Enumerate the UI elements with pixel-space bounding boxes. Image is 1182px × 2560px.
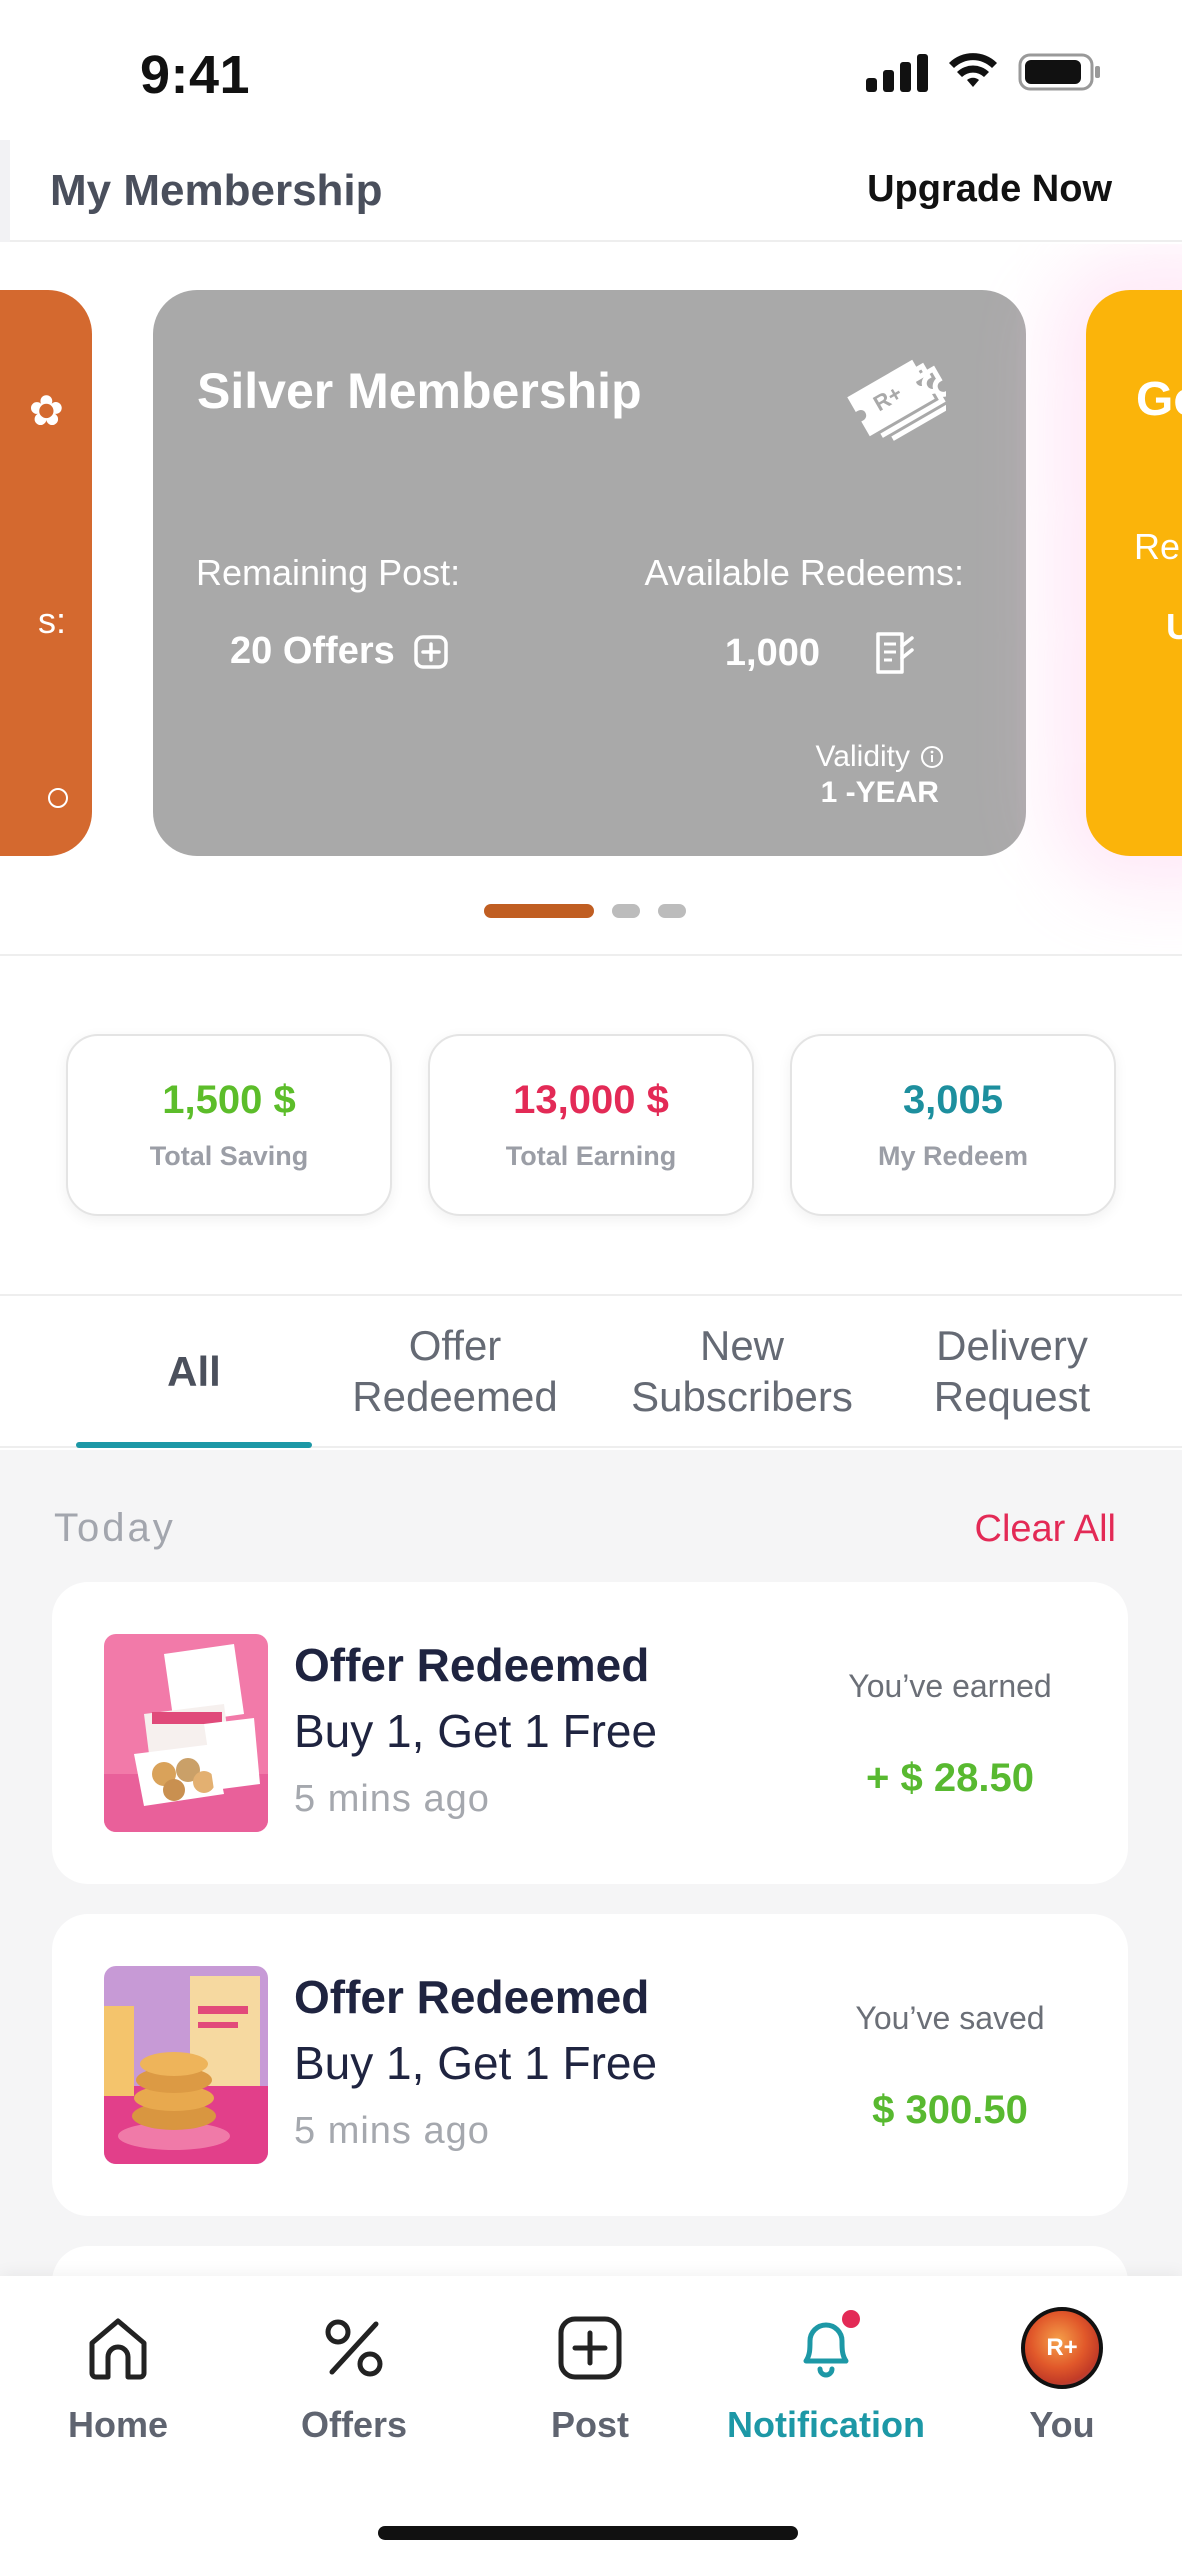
membership-card-title: Silver Membership	[197, 363, 642, 419]
membership-card-previous[interactable]: ✿ s:	[0, 290, 92, 856]
card-fragment-text: Re	[1134, 526, 1181, 567]
tab-delivery-request[interactable]: Delivery Request	[900, 1320, 1124, 1422]
offer-thumbnail-donuts	[104, 1634, 268, 1832]
nav-label: Offers	[300, 2404, 408, 2445]
card-fragment-info-icon	[48, 788, 68, 808]
active-tab-indicator	[76, 1442, 312, 1448]
carousel-pagination	[484, 904, 686, 918]
avatar: R+	[1021, 2307, 1103, 2389]
nav-label: You	[1029, 2404, 1095, 2445]
notification-time: 5 mins ago	[294, 2110, 490, 2152]
nav-you[interactable]: R+ You	[944, 2306, 1180, 2446]
notification-item[interactable]: Offer Redeemed Buy 1, Get 1 Free 5 mins …	[52, 1914, 1128, 2216]
stat-label: My Redeem	[877, 1141, 1029, 1171]
membership-card-next[interactable]: Go Re U	[1086, 290, 1182, 856]
card-fragment-icon: ✿	[28, 387, 64, 434]
amount-value: $ 300.50	[872, 2088, 1028, 2132]
battery-icon	[1018, 53, 1100, 91]
bottom-navigation: Home Offers Post Notification R+ You	[0, 2276, 1182, 2560]
unread-badge	[842, 2310, 860, 2328]
stat-value: 3,005	[902, 1078, 1004, 1122]
tab-label-line: Request	[933, 1373, 1091, 1420]
nav-label: Post	[550, 2404, 629, 2445]
tab-all[interactable]: All	[76, 1346, 312, 1397]
clear-all-button[interactable]: Clear All	[975, 1508, 1117, 1551]
header-accent	[0, 140, 10, 242]
nav-home[interactable]: Home	[0, 2306, 236, 2446]
stat-card-total-saving[interactable]: 1,500 $ Total Saving	[66, 1034, 392, 1216]
nav-label: Notification	[727, 2404, 925, 2445]
nav-notification[interactable]: Notification	[708, 2306, 944, 2446]
tab-label-line: Redeemed	[352, 1373, 558, 1420]
card-fragment-text: s:	[37, 600, 66, 641]
add-post-icon[interactable]	[413, 634, 449, 670]
tab-label-line: Offer	[408, 1322, 502, 1369]
card-fragment-text: U	[1166, 606, 1182, 648]
page-title: My Membership	[50, 166, 383, 215]
notification-tabs: All Offer Redeemed New Subscribers Deliv…	[0, 1298, 1182, 1448]
carousel-dot[interactable]	[658, 904, 686, 918]
amount-value: + $ 28.50	[866, 1756, 1034, 1800]
tab-new-subscribers[interactable]: New Subscribers	[610, 1320, 874, 1422]
available-redeems-count: 1,000	[724, 631, 820, 674]
stat-card-my-redeem[interactable]: 3,005 My Redeem	[790, 1034, 1116, 1216]
available-redeems-label: Available Redeems:	[644, 552, 964, 593]
stat-value: 13,000 $	[513, 1078, 669, 1122]
nav-post[interactable]: Post	[472, 2306, 708, 2446]
remaining-post-value: 20 Offers	[230, 630, 449, 673]
validity-label: Validity	[815, 740, 910, 773]
notification-item[interactable]: Offer Redeemed Buy 1, Get 1 Free 5 mins …	[52, 1582, 1128, 1884]
remaining-post-label: Remaining Post:	[196, 552, 461, 593]
status-icons	[866, 52, 1102, 92]
carousel-dot[interactable]	[612, 904, 640, 918]
notification-title: Offer Redeemed	[294, 1971, 650, 2023]
membership-carousel[interactable]: ✿ s: Silver Membership R+ Remaining Post…	[0, 244, 1182, 956]
ticket-icon: R+	[847, 359, 946, 441]
notification-item-partial[interactable]	[52, 2246, 1128, 2276]
carousel-dot-active[interactable]	[484, 904, 594, 918]
percent-icon	[325, 2319, 383, 2377]
stat-value: 1,500 $	[162, 1078, 296, 1122]
home-indicator[interactable]	[378, 2526, 798, 2540]
remaining-post-count: 20 Offers	[230, 630, 395, 672]
wifi-icon	[949, 53, 997, 87]
nav-offers[interactable]: Offers	[236, 2306, 472, 2446]
notification-time: 5 mins ago	[294, 1778, 490, 1820]
membership-header: My Membership Upgrade Now	[0, 140, 1182, 242]
validity-value: 1 -YEAR	[820, 776, 939, 809]
redeem-coupon-icon	[876, 632, 914, 674]
add-square-icon	[558, 2316, 622, 2380]
notification-title: Offer Redeemed	[294, 1639, 650, 1691]
membership-card-silver[interactable]: Silver Membership R+ Remaining Post: Ava…	[153, 290, 1026, 856]
status-bar: 9:41	[0, 0, 1182, 140]
tab-offer-redeemed[interactable]: Offer Redeemed	[340, 1320, 570, 1422]
validity-block: Validity 1 -YEAR	[816, 740, 944, 810]
info-icon[interactable]	[920, 745, 944, 769]
status-time: 9:41	[140, 45, 251, 105]
notification-description: Buy 1, Get 1 Free	[294, 1705, 658, 1757]
notification-list[interactable]: Today Clear All Offer Redeemed Buy 1, Ge…	[0, 1450, 1182, 2276]
nav-label: Home	[67, 2404, 169, 2445]
amount-label: You’ve saved	[855, 2000, 1045, 2036]
amount-label: You’ve earned	[848, 1668, 1052, 1704]
offer-thumbnail-waffles	[104, 1966, 268, 2164]
stat-card-total-earning[interactable]: 13,000 $ Total Earning	[428, 1034, 754, 1216]
home-icon	[89, 2318, 147, 2380]
tab-label-line: New	[699, 1322, 785, 1369]
cellular-signal-icon	[866, 52, 928, 92]
stat-label: Total Saving	[149, 1141, 309, 1171]
notification-description: Buy 1, Get 1 Free	[294, 2037, 658, 2089]
tab-label-line: Delivery	[936, 1322, 1088, 1369]
card-fragment-title: Go	[1136, 373, 1182, 426]
section-header-today: Today	[54, 1506, 176, 1550]
tab-label-line: Subscribers	[631, 1373, 853, 1420]
upgrade-now-button[interactable]: Upgrade Now	[867, 168, 1112, 211]
available-redeems-value: 1,000	[725, 630, 916, 676]
stat-label: Total Earning	[505, 1141, 677, 1171]
stats-summary: 1,500 $ Total Saving 13,000 $ Total Earn…	[0, 958, 1182, 1296]
